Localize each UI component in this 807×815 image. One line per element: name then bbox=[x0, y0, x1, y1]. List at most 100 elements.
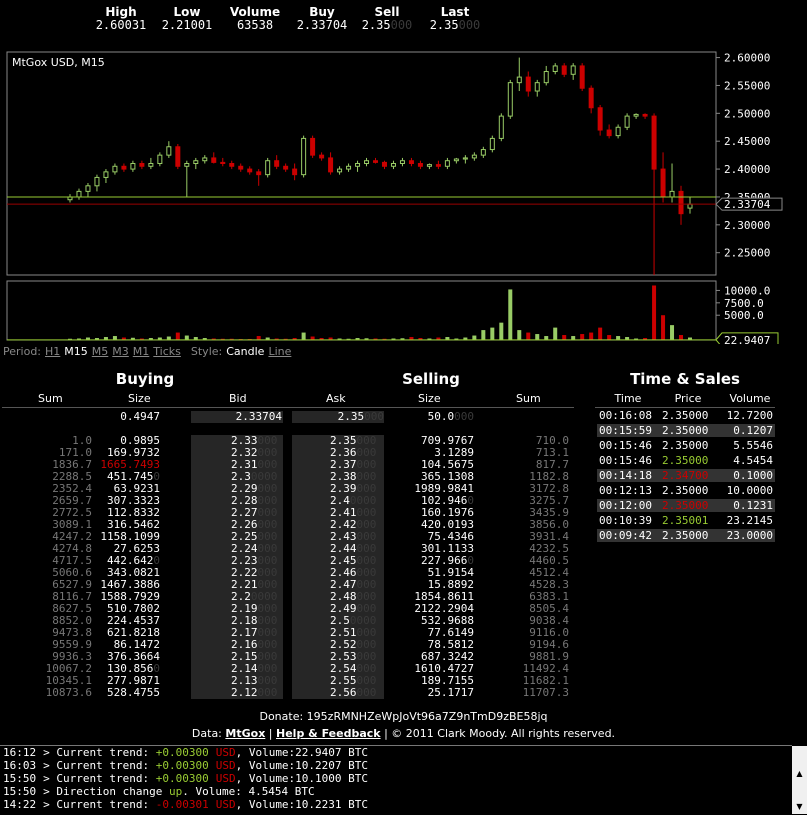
candle-body bbox=[283, 165, 289, 170]
price-tick-label: 2.50000 bbox=[724, 107, 770, 120]
period-option-h1[interactable]: H1 bbox=[45, 345, 60, 358]
mtgox-link[interactable]: MtGox bbox=[225, 727, 265, 740]
sum-value: 11707.3 bbox=[522, 686, 569, 699]
candle-body bbox=[346, 165, 352, 170]
time-sales-divider bbox=[595, 407, 775, 408]
price-panel bbox=[6, 51, 717, 276]
console-tail: , Volume:22.9407 BTC bbox=[235, 746, 369, 759]
volume-tick-label: 7500.0 bbox=[724, 297, 764, 310]
console-unit: USD bbox=[215, 759, 236, 772]
separator: | bbox=[268, 727, 273, 740]
ticker-number: 2.60031 bbox=[95, 18, 147, 32]
price-tick-label: 2.55000 bbox=[724, 79, 770, 92]
volume-bar bbox=[652, 285, 657, 340]
time-sales-row: 00:16:08 2.35000 12.7200 bbox=[597, 409, 775, 422]
candle-body bbox=[337, 168, 343, 173]
trade-price: 2.35000 bbox=[662, 424, 709, 437]
ticker-value: 2.35000 bbox=[410, 19, 500, 32]
candle-body bbox=[319, 154, 325, 159]
volume-bar bbox=[607, 335, 612, 340]
trade-price: 2.35001 bbox=[662, 514, 709, 527]
candle-body bbox=[148, 163, 154, 167]
volume-bar bbox=[598, 327, 603, 340]
console-unit: USD bbox=[215, 746, 236, 759]
console-scrollbar[interactable]: ▲ ▼ bbox=[792, 746, 807, 814]
time-sales-header: Price bbox=[674, 392, 702, 405]
console-value: +0.00300 bbox=[155, 746, 209, 759]
trade-volume: 5.5546 bbox=[733, 439, 773, 452]
scroll-down-icon[interactable]: ▼ bbox=[792, 799, 807, 814]
console-line: 14:22 > Current trend: -0.00301 USD, Volum… bbox=[0, 798, 792, 811]
time-sales-header: Time bbox=[614, 392, 642, 405]
order-book-header: Sum bbox=[38, 392, 63, 405]
trade-price: 2.35000 bbox=[662, 529, 709, 542]
ticker-number: 2.21001 bbox=[161, 18, 213, 32]
buying-title: Buying bbox=[115, 370, 175, 388]
candle-body bbox=[687, 203, 693, 209]
candle-body bbox=[373, 160, 379, 163]
volume-last-label: 22.9407 bbox=[724, 334, 770, 344]
candle-body bbox=[444, 160, 450, 167]
volume-tick-label: 5000.0 bbox=[724, 309, 764, 322]
candle-body bbox=[157, 154, 163, 164]
trade-time: 00:12:13 bbox=[599, 484, 652, 497]
bid-value: 2.33704 bbox=[235, 410, 282, 423]
donate-line: Donate: 195zRMNHZeWpJoVt96a7Z9nTmD9zBE58… bbox=[0, 708, 807, 725]
help-feedback-link[interactable]: Help & Feedback bbox=[276, 727, 381, 740]
selling-title: Selling bbox=[402, 370, 460, 388]
volume-bar bbox=[553, 327, 558, 340]
chart-title: MtGox USD, M15 bbox=[12, 56, 105, 69]
ask-price: 2.56000 bbox=[292, 687, 384, 699]
candle-body bbox=[579, 65, 585, 89]
trade-time: 00:12:00 bbox=[599, 499, 652, 512]
candle-body bbox=[355, 163, 361, 167]
donate-label: Donate: bbox=[259, 710, 304, 723]
style-option-line[interactable]: Line bbox=[268, 345, 291, 358]
trend-console[interactable]: 16:12 > Current trend: +0.00300 USD, Volum… bbox=[0, 745, 792, 815]
candle-body bbox=[516, 76, 522, 84]
period-option-m1[interactable]: M1 bbox=[133, 345, 150, 358]
console-tail: , Volume:10.2207 BTC bbox=[235, 759, 369, 772]
time-sales-row: 00:12:13 2.35000 10.0000 bbox=[597, 484, 775, 497]
trade-time: 00:16:08 bbox=[599, 409, 652, 422]
period-option-ticks[interactable]: Ticks bbox=[153, 345, 181, 358]
console-tail: , Volume:10.1000 BTC bbox=[235, 772, 369, 785]
candle-body bbox=[471, 154, 477, 159]
period-option-m3[interactable]: M3 bbox=[112, 345, 129, 358]
trade-volume: 10.0000 bbox=[726, 484, 773, 497]
console-time: 15:50 bbox=[3, 772, 37, 785]
period-option-m5[interactable]: M5 bbox=[92, 345, 109, 358]
candle-body bbox=[274, 160, 280, 167]
console-time: 14:22 bbox=[3, 798, 37, 811]
period-option-m15[interactable]: M15 bbox=[64, 345, 88, 358]
console-time: 15:50 bbox=[3, 785, 37, 798]
scroll-up-icon[interactable]: ▲ bbox=[792, 766, 807, 781]
trade-volume: 0.1000 bbox=[733, 469, 773, 482]
candle-body bbox=[534, 82, 540, 92]
price-chart[interactable]: MtGox USD, M15 2.60000 2.55000 2.50000 2.45… bbox=[0, 44, 807, 344]
candle-body bbox=[462, 157, 468, 160]
current-price-label: 2.33704 bbox=[724, 198, 771, 211]
time-sales-row: 00:12:00 2.35000 0.1231 bbox=[597, 499, 775, 512]
candle-body bbox=[642, 113, 648, 117]
console-value: +0.00300 bbox=[155, 772, 209, 785]
trade-price: 2.35000 bbox=[662, 439, 709, 452]
console-value: -0.00301 bbox=[155, 798, 209, 811]
ticker-last: Last 2.35000 bbox=[410, 6, 500, 32]
console-text: > Current trend: bbox=[43, 798, 156, 811]
candle-body bbox=[256, 171, 262, 176]
donate-address[interactable]: 195zRMNHZeWpJoVt96a7Z9nTmD9zBE58jq bbox=[307, 710, 548, 723]
candle-body bbox=[597, 107, 603, 131]
bid-sum: 10873.6 bbox=[20, 687, 92, 699]
candle-body bbox=[426, 164, 432, 167]
console-line: 15:50 > Direction change up. Volume: 4.54… bbox=[0, 785, 792, 798]
time-sales-row: 00:09:42 2.35000 23.0000 bbox=[597, 529, 775, 542]
volume-bar bbox=[481, 330, 486, 340]
candle-body bbox=[103, 171, 109, 178]
volume-bar bbox=[490, 327, 495, 340]
trade-volume: 0.1231 bbox=[733, 499, 773, 512]
volume-bar bbox=[562, 335, 567, 340]
console-tail: . Volume: 4.5454 BTC bbox=[182, 785, 315, 798]
style-option-candle[interactable]: Candle bbox=[226, 345, 264, 358]
candle-body bbox=[301, 137, 307, 176]
